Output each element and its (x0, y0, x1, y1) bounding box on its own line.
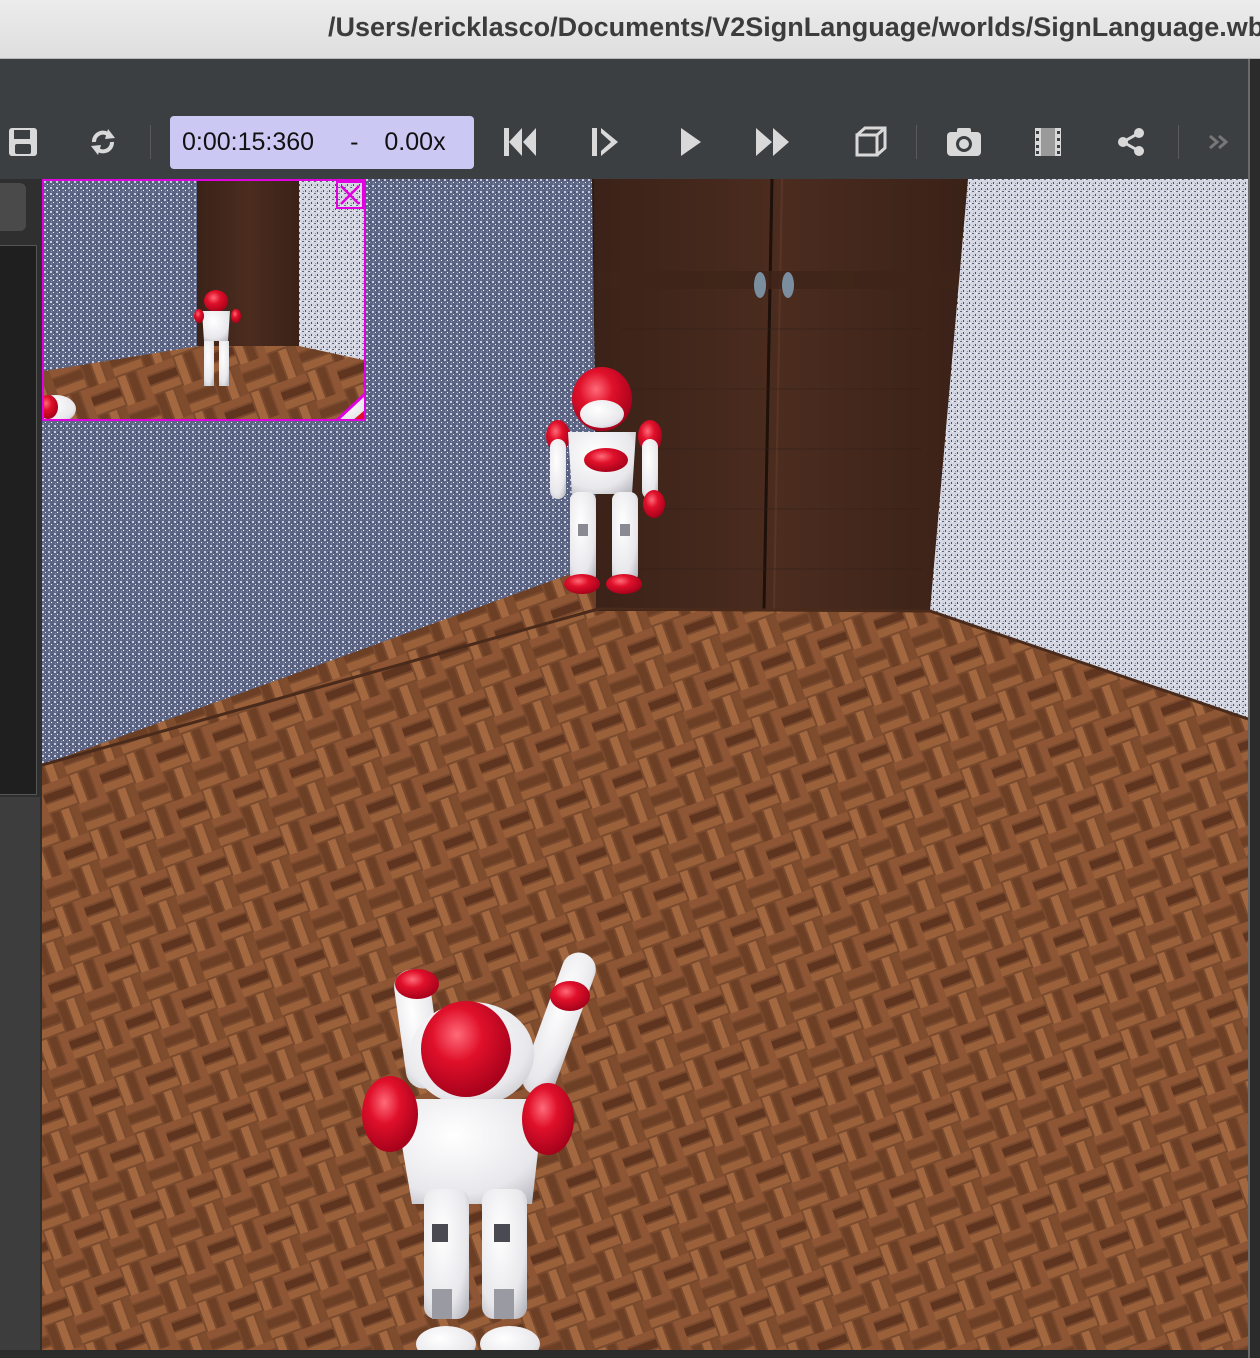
screenshot-button[interactable] (941, 119, 987, 165)
time-separator: - (350, 128, 359, 156)
toolbar-separator (150, 125, 151, 159)
save-icon (9, 128, 37, 156)
simulation-speed: 0.00x (384, 128, 446, 156)
close-icon (340, 185, 360, 205)
field-editor-area (0, 797, 40, 1357)
fast-forward-icon (756, 128, 789, 156)
camera-overlay[interactable] (42, 179, 366, 421)
window-title: /Users/ericklasco/Documents/V2SignLangua… (328, 12, 1260, 42)
step-button[interactable] (583, 119, 629, 165)
window-bottom-edge (0, 1350, 1248, 1358)
step-icon (592, 128, 618, 156)
camera-image (44, 181, 364, 419)
3d-viewport[interactable] (42, 179, 1248, 1350)
step-backward-icon (504, 128, 536, 156)
reload-icon (91, 129, 115, 155)
share-button[interactable] (1108, 119, 1154, 165)
share-icon (1118, 128, 1144, 156)
view-icon (855, 126, 887, 157)
more-tools-button[interactable] (1196, 119, 1242, 165)
play-button[interactable] (667, 119, 713, 165)
more-icon (1209, 134, 1229, 150)
simulation-toolbar: 0:00:15:360 - 0.00x (0, 59, 1248, 179)
view-button[interactable] (848, 119, 894, 165)
toolbar-separator (916, 125, 917, 159)
scene-tree-panel (0, 179, 42, 1358)
simulation-time: 0:00:15:360 (182, 128, 315, 156)
window-right-edge (1248, 59, 1260, 1358)
scene-tree-area[interactable] (0, 245, 37, 795)
play-icon (681, 128, 701, 156)
reload-button[interactable] (80, 119, 126, 165)
screenshot-icon (947, 128, 981, 156)
reset-simulation-button[interactable] (497, 119, 543, 165)
movie-button[interactable] (1025, 119, 1071, 165)
overlay-close-button[interactable] (336, 181, 364, 209)
toolbar-separator (1178, 125, 1179, 159)
save-button[interactable] (0, 119, 46, 165)
scene-tree-tab[interactable] (0, 183, 26, 231)
window-titlebar: /Users/ericklasco/Documents/V2SignLangua… (0, 0, 1260, 59)
fast-forward-button[interactable] (750, 119, 796, 165)
movie-icon (1035, 128, 1061, 156)
simulation-time-display: 0:00:15:360 - 0.00x (170, 116, 474, 169)
